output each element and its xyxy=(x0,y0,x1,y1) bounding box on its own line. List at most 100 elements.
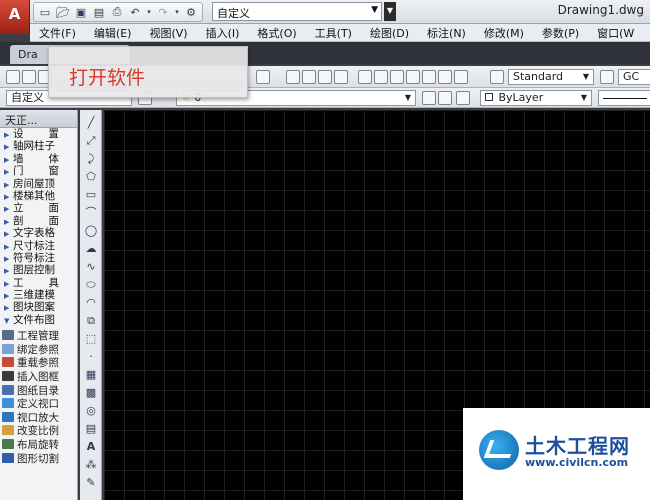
ellipse-arc-icon[interactable]: ◠ xyxy=(84,296,98,310)
region-icon[interactable]: ◎ xyxy=(84,404,98,418)
workspace-value: 自定义 xyxy=(217,7,250,20)
category-symbols[interactable]: ▶ 符号标注 xyxy=(0,252,77,264)
tool-viewport-zoom[interactable]: 视口放大 xyxy=(0,411,77,426)
category-file-layout[interactable]: ▼ 文件布图 xyxy=(0,314,77,326)
collapse-triangle-icon: ▼ xyxy=(4,316,10,325)
color-value: ByLayer xyxy=(498,91,544,104)
properties-icon[interactable] xyxy=(358,70,372,84)
print-icon[interactable]: ⎙ xyxy=(109,4,125,20)
add-selected-icon[interactable]: ⁂ xyxy=(84,458,98,472)
color-select[interactable]: ByLayer ▼ xyxy=(480,90,592,106)
insert-block-icon[interactable]: ⧉ xyxy=(84,314,98,328)
design-center-icon[interactable] xyxy=(374,70,388,84)
menu-item-dimension[interactable]: 标注(N) xyxy=(418,25,475,41)
category-axis-columns[interactable]: ▶ 轴网柱子 xyxy=(0,140,77,152)
markup-icon[interactable] xyxy=(422,70,436,84)
menu-item-insert[interactable]: 插入(I) xyxy=(197,25,249,41)
tool-sheet-index[interactable]: 图纸目录 xyxy=(0,384,77,399)
arc-icon[interactable]: ⌒ xyxy=(84,206,98,220)
zoom-realtime-icon[interactable] xyxy=(302,70,316,84)
undo-dropdown-icon[interactable]: ▾ xyxy=(145,4,153,20)
category-section[interactable]: ▶ 剖面 xyxy=(0,215,77,227)
category-walls[interactable]: ▶ 墙体 xyxy=(0,153,77,165)
sheet-set-icon[interactable] xyxy=(406,70,420,84)
pan-icon[interactable] xyxy=(286,70,300,84)
zoom-previous-icon[interactable] xyxy=(334,70,348,84)
category-stairs-other[interactable]: ▶ 楼梯其他 xyxy=(0,190,77,202)
category-blocks-patterns[interactable]: ▶ 图块图案 xyxy=(0,301,77,313)
tool-change-scale[interactable]: 改变比例 xyxy=(0,425,77,439)
category-3d-modeling[interactable]: ▶ 三维建模 xyxy=(0,289,77,301)
multiline-text-icon[interactable]: A xyxy=(84,440,98,454)
hatch-icon[interactable]: ▦ xyxy=(84,368,98,382)
linetype-select[interactable] xyxy=(598,90,650,106)
tool-project-management[interactable]: 工程管理 xyxy=(0,330,77,344)
menu-item-format[interactable]: 格式(O) xyxy=(248,25,305,41)
zoom-window-icon[interactable] xyxy=(318,70,332,84)
menu-item-edit[interactable]: 编辑(E) xyxy=(85,25,141,41)
category-elevation[interactable]: ▶ 立面 xyxy=(0,202,77,214)
tool-layout-rotate[interactable]: 布局旋转 xyxy=(0,439,77,453)
make-current-layer-icon[interactable] xyxy=(422,91,436,105)
line-icon[interactable]: ╱ xyxy=(84,116,98,130)
new-file-icon[interactable]: ▭ xyxy=(37,4,53,20)
tool-graphic-cut[interactable]: 图形切割 xyxy=(0,452,77,467)
menu-item-parametric[interactable]: 参数(P) xyxy=(533,25,588,41)
spline-icon[interactable]: ∿ xyxy=(84,260,98,274)
tianzheng-panel: 天正... ▶ 设置 ▶ 轴网柱子 ▶ 墙体 ▶ 门窗 ▶ 房间屋顶 ▶ 楼梯其他 ▶ 立面 … xyxy=(0,110,78,500)
help-icon[interactable] xyxy=(454,70,468,84)
tool-bind-xref[interactable]: 绑定参照 xyxy=(0,343,77,358)
layer-previous-icon[interactable] xyxy=(438,91,452,105)
open-icon[interactable] xyxy=(22,70,36,84)
tool-define-viewport[interactable]: 定义视口 xyxy=(0,398,77,412)
gear-icon[interactable]: ⚙ xyxy=(183,4,199,20)
menu-item-view[interactable]: 视图(V) xyxy=(140,25,196,41)
quickcalc-icon[interactable] xyxy=(438,70,452,84)
save-as-icon[interactable]: ▤ xyxy=(91,4,107,20)
menu-item-modify[interactable]: 修改(M) xyxy=(475,25,533,41)
redo-icon[interactable]: ↷ xyxy=(155,4,171,20)
save-icon[interactable]: ▣ xyxy=(73,4,89,20)
undo-icon[interactable]: ↶ xyxy=(127,4,143,20)
application-menu-button[interactable]: A xyxy=(0,0,30,34)
category-settings[interactable]: ▶ 设置 xyxy=(0,128,77,140)
text-style-icon[interactable] xyxy=(490,70,504,84)
modify-icon[interactable]: ✎ xyxy=(84,476,98,490)
make-block-icon[interactable]: ⬚ xyxy=(84,332,98,346)
category-tools[interactable]: ▶ 工具 xyxy=(0,277,77,289)
tool-insert-frame[interactable]: 插入图框 xyxy=(0,371,77,385)
panel-title[interactable]: 天正... xyxy=(0,110,77,128)
point-icon[interactable]: · xyxy=(84,350,98,364)
dimension-style-select[interactable]: GC xyxy=(618,69,650,85)
redo-dropdown-icon[interactable]: ▾ xyxy=(173,4,181,20)
construction-line-icon[interactable]: ⤢ xyxy=(84,134,98,148)
dimension-style-icon[interactable] xyxy=(600,70,614,84)
menu-item-window[interactable]: 窗口(W xyxy=(588,25,643,41)
open-file-icon[interactable]: 📂︎ xyxy=(55,4,71,20)
menu-item-tools[interactable]: 工具(T) xyxy=(306,25,361,41)
customize-qat-button[interactable]: ▼ xyxy=(384,2,396,21)
undo-icon[interactable] xyxy=(256,70,270,84)
polyline-icon[interactable]: ⤸ xyxy=(84,152,98,166)
tool-reload-xref[interactable]: 重载参照 xyxy=(0,357,77,371)
category-layer-control[interactable]: ▶ 图层控制 xyxy=(0,264,77,276)
category-rooms-roofs[interactable]: ▶ 房间屋顶 xyxy=(0,178,77,190)
circle-icon[interactable]: ◯ xyxy=(84,224,98,238)
category-doors-windows[interactable]: ▶ 门窗 xyxy=(0,165,77,177)
table-icon[interactable]: ▤ xyxy=(84,422,98,436)
menu-item-file[interactable]: 文件(F) xyxy=(30,25,85,41)
workspace-select[interactable]: 自定义 ▼ xyxy=(212,2,382,21)
new-icon[interactable] xyxy=(6,70,20,84)
text-style-select[interactable]: Standard ▼ xyxy=(508,69,594,85)
gradient-icon[interactable]: ▩ xyxy=(84,386,98,400)
chevron-down-icon: ▼ xyxy=(582,72,589,81)
menu-item-draw[interactable]: 绘图(D) xyxy=(361,25,418,41)
polygon-icon[interactable]: ⬠ xyxy=(84,170,98,184)
revision-cloud-icon[interactable]: ☁ xyxy=(84,242,98,256)
layer-isolate-icon[interactable] xyxy=(456,91,470,105)
rectangle-icon[interactable]: ▭ xyxy=(84,188,98,202)
ellipse-icon[interactable]: ⬭ xyxy=(84,278,98,292)
category-text-tables[interactable]: ▶ 文字表格 xyxy=(0,227,77,239)
tool-palettes-icon[interactable] xyxy=(390,70,404,84)
category-dimensions[interactable]: ▶ 尺寸标注 xyxy=(0,240,77,252)
